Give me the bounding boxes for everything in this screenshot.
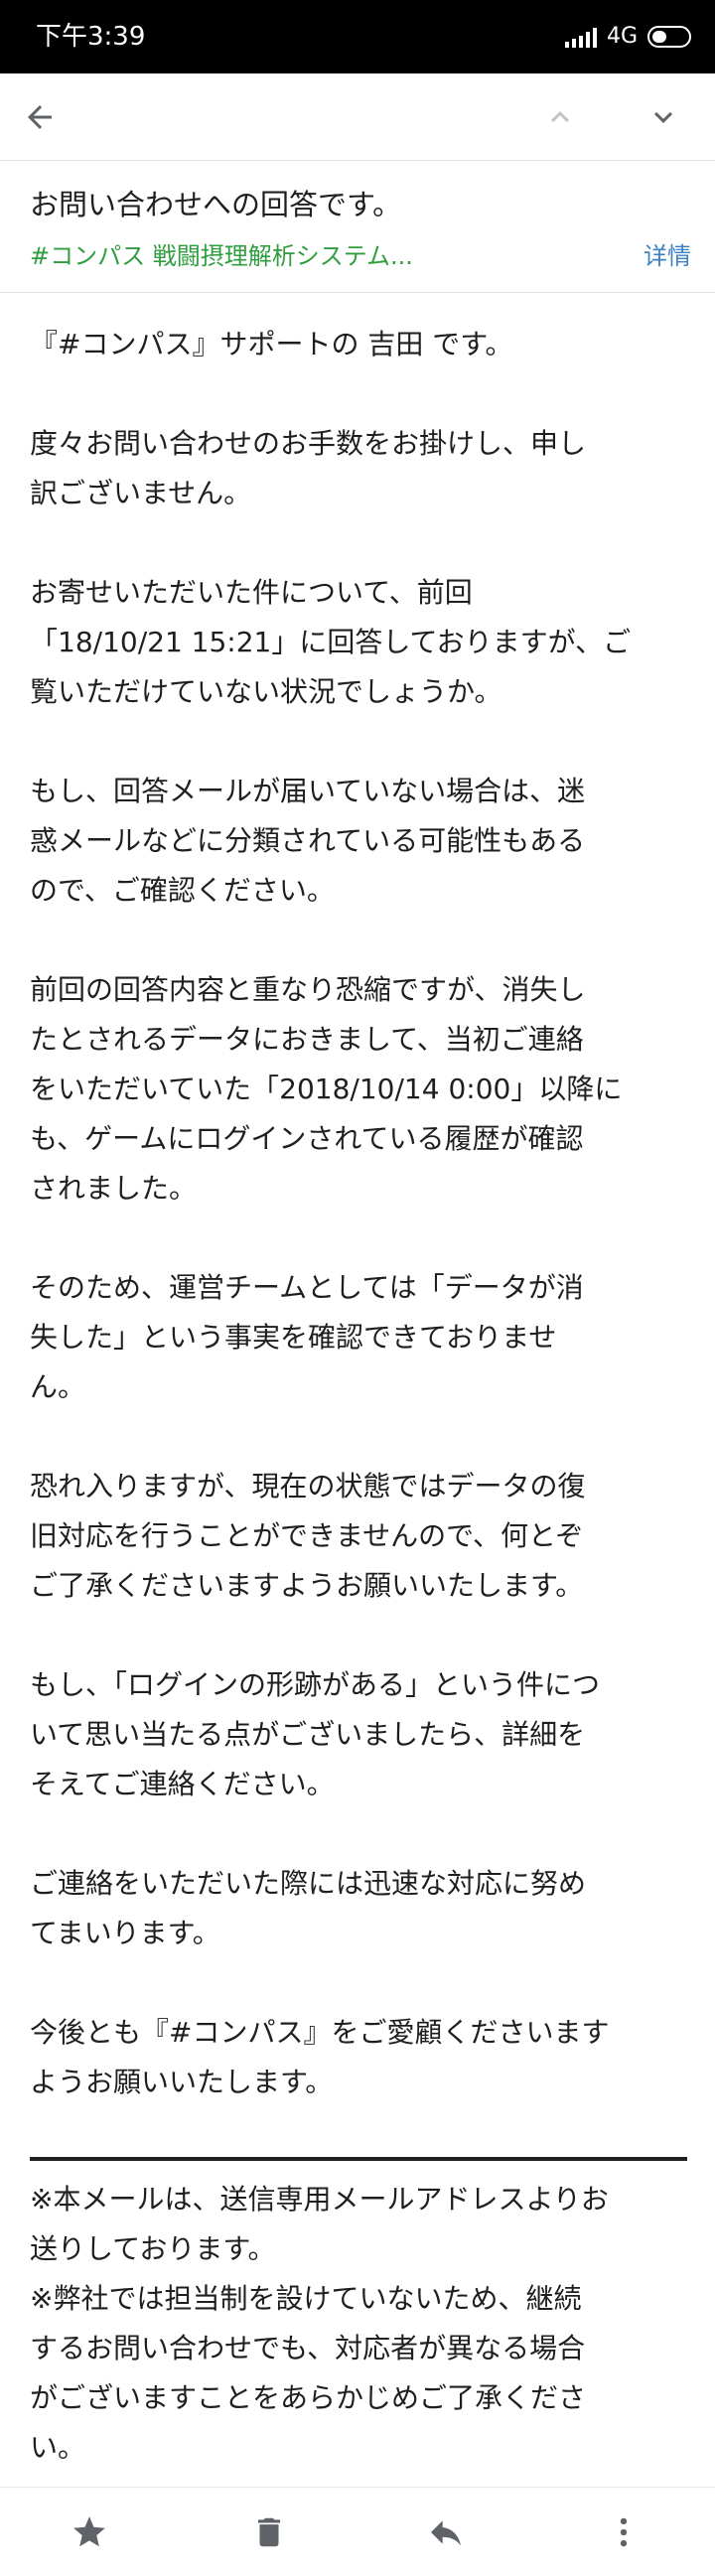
body-text-line: 惑メールなどに分類されている可能性もある xyxy=(30,824,586,857)
footer-text-line: するお問い合わせでも、対応者が異なる場合 xyxy=(30,2332,586,2364)
footer-text-line: ※弊社では担当制を設けていないため、継続 xyxy=(30,2282,582,2315)
body-text-line: たとされるデータにおきまして、当初ご連絡 xyxy=(30,1023,584,1056)
body-text-line: もし、「ログインの形跡がある」という件につ xyxy=(30,1668,601,1701)
chevron-down-icon xyxy=(654,111,672,123)
body-text-line: 訳ございません。 xyxy=(30,477,252,509)
body-paragraph: 『#コンパス』サポートの 吉田 です。 xyxy=(30,320,691,369)
email-subject: お問い合わせへの回答です。 xyxy=(30,188,402,221)
footer-note: ※本メールは、送信専用メールアドレスよりお 送りしております。 ※弊社では担当制を設… xyxy=(30,2175,691,2473)
body-text-line: もし、回答メールが届いていない場合は、迷 xyxy=(30,775,586,807)
body-text-line: 今後とも『#コンパス』をご愛顧くださいます xyxy=(30,2016,610,2049)
footer-text-line: い。 xyxy=(30,2431,86,2464)
status-bar: 下午3:39 4G xyxy=(0,0,715,73)
body-text-line: ご了承くださいますようお願いいたします。 xyxy=(30,1569,584,1602)
next-email-button[interactable] xyxy=(638,91,689,143)
footer-separator xyxy=(30,2157,687,2161)
footer-text-line: 送りしております。 xyxy=(30,2232,276,2265)
body-paragraph: 前回の回答内容と重なり恐縮ですが、消失し たとされるデータにおきまして、当初ご連絡… xyxy=(30,965,691,1214)
status-time: 下午3:39 xyxy=(36,22,146,52)
details-link[interactable]: 详情 xyxy=(644,238,691,274)
battery-icon xyxy=(647,26,691,48)
reply-icon xyxy=(431,2520,461,2546)
email-body: 『#コンパス』サポートの 吉田 です。度々お問い合わせのお手数をお掛けし、申し訳… xyxy=(30,320,691,2473)
body-text-line: 旧対応を行うことができませんので、何とぞ xyxy=(30,1519,584,1552)
body-paragraph: もし、回答メールが届いていない場合は、迷 惑メールなどに分類されている可能性もある… xyxy=(30,767,691,916)
status-indicators: 4G xyxy=(564,22,691,52)
chevron-up-icon xyxy=(551,111,569,123)
network-type: 4G xyxy=(606,24,638,49)
body-text-line: 失した」という事実を確認できておりませ xyxy=(30,1321,557,1354)
email-toolbar xyxy=(0,73,715,161)
previous-email-button[interactable] xyxy=(534,91,586,143)
body-text-line: をいただいていた「2018/10/14 0:00」以降に xyxy=(30,1073,623,1105)
body-text-line: ご連絡をいただいた際には迅速な対応に努め xyxy=(30,1867,587,1900)
footer-text-line: ※本メールは、送信専用メールアドレスよりお xyxy=(30,2183,609,2216)
body-text-line: 恐れ入りますが、現在の状態ではデータの復 xyxy=(30,1470,586,1503)
body-text-line: 度々お問い合わせのお手数をお掛けし、申し xyxy=(30,427,587,460)
body-paragraph: 恐れ入りますが、現在の状態ではデータの復 旧対応を行うことができませんので、何とぞ… xyxy=(30,1462,691,1611)
body-paragraph: お寄せいただいた件について、前回「18/10/21 15:21」に回答しておりま… xyxy=(30,568,691,717)
body-text-line: ようお願いいたします。 xyxy=(30,2066,334,2098)
back-button[interactable] xyxy=(14,91,66,143)
more-options-button[interactable] xyxy=(599,2507,648,2557)
delete-icon xyxy=(257,2517,281,2547)
body-text-line: 『#コンパス』サポートの 吉田 です。 xyxy=(30,328,513,360)
body-text-line: てまいります。 xyxy=(30,1917,220,1949)
bottom-action-bar xyxy=(0,2487,715,2576)
arrow-back-icon xyxy=(28,105,52,129)
body-text-line: いて思い当たる点がございましたら、詳細を xyxy=(30,1718,586,1751)
sender-label[interactable]: #コンパス 戦闘摂理解析システム... xyxy=(30,238,413,274)
header-divider xyxy=(0,292,715,293)
email-label-row: #コンパス 戦闘摂理解析システム... 详情 xyxy=(30,238,691,274)
body-text-line: お寄せいただいた件について、前回 xyxy=(30,576,473,609)
body-text-line: そえてご連絡ください。 xyxy=(30,1768,335,1800)
body-text-line: されました。 xyxy=(30,1172,198,1205)
star-icon xyxy=(73,2516,105,2547)
body-text-line: ん。 xyxy=(30,1370,86,1403)
body-text-line: 前回の回答内容と重なり恐縮ですが、消失し xyxy=(30,973,586,1006)
star-button[interactable] xyxy=(65,2507,114,2557)
delete-button[interactable] xyxy=(244,2507,294,2557)
body-text-line: も、ゲームにログインされている履歴が確認 xyxy=(30,1122,584,1155)
body-paragraph: 今後とも『#コンパス』をご愛顧くださいます ようお願いいたします。 xyxy=(30,2008,691,2107)
body-paragraph: ご連絡をいただいた際には迅速な対応に努め てまいります。 xyxy=(30,1859,691,1958)
body-paragraph: もし、「ログインの形跡がある」という件につ いて思い当たる点がございましたら、詳細… xyxy=(30,1660,691,1809)
reply-button[interactable] xyxy=(421,2507,471,2557)
body-paragraph: 度々お問い合わせのお手数をお掛けし、申し 訳ございません。 xyxy=(30,419,691,518)
body-paragraph: そのため、運営チームとしては「データが消 失した」という事実を確認できておりません… xyxy=(30,1263,691,1412)
footer-text-line: がございますことをあらかじめご了承くださ xyxy=(30,2381,587,2414)
body-text-line: 「18/10/21 15:21」に回答しておりますが、ご xyxy=(30,626,632,658)
signal-icon xyxy=(564,26,597,48)
body-text-line: 覧いただけていない状況でしょうか。 xyxy=(30,675,502,708)
body-text-line: ので、ご確認ください。 xyxy=(30,874,335,907)
body-text-line: そのため、運営チームとしては「データが消 xyxy=(30,1271,584,1304)
more-vert-icon xyxy=(620,2517,628,2547)
body-paragraphs: 『#コンパス』サポートの 吉田 です。度々お問い合わせのお手数をお掛けし、申し訳… xyxy=(30,320,691,2107)
